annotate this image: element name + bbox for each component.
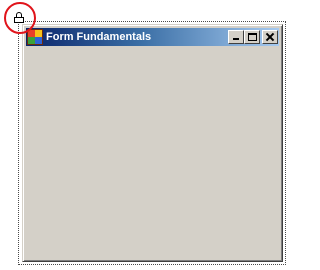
designer-canvas: Form Fundamentals <box>0 0 291 270</box>
window-title: Form Fundamentals <box>46 31 152 43</box>
form-window[interactable]: Form Fundamentals <box>22 24 283 262</box>
minimize-button[interactable] <box>228 30 244 44</box>
maximize-icon <box>248 33 257 41</box>
maximize-button[interactable] <box>244 30 260 44</box>
form-client-area[interactable] <box>26 48 279 258</box>
close-icon <box>265 32 275 42</box>
close-button[interactable] <box>262 30 278 44</box>
caption-buttons <box>228 30 278 44</box>
title-bar[interactable]: Form Fundamentals <box>26 28 279 46</box>
app-icon[interactable] <box>27 29 43 45</box>
highlight-circle <box>4 2 36 34</box>
minimize-icon <box>233 38 239 40</box>
